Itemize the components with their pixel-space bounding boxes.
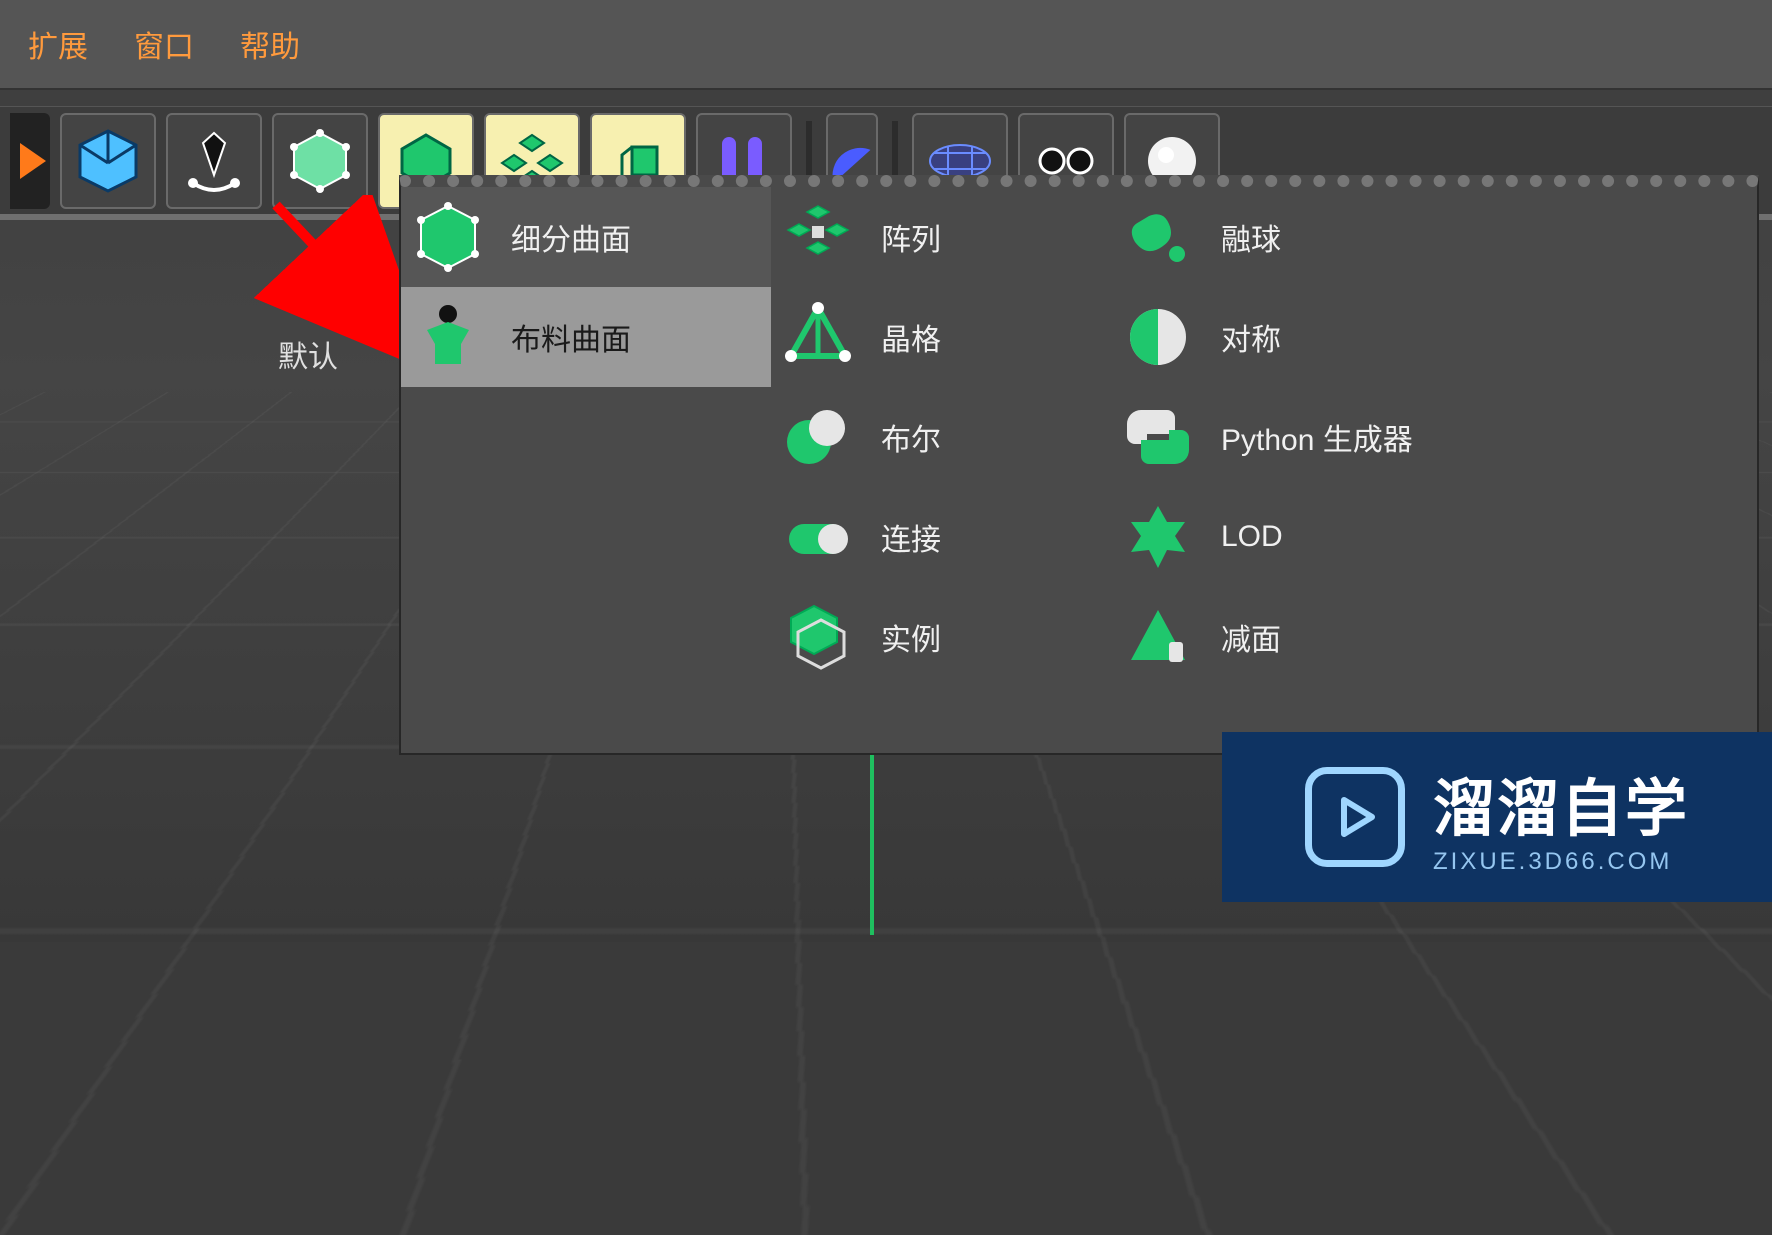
boole-icon xyxy=(779,398,857,476)
toolbar-pen-button[interactable] xyxy=(166,113,262,209)
item-label: 晶格 xyxy=(881,315,941,359)
axis-y-line xyxy=(870,755,874,935)
watermark-text: 溜溜自学 ZIXUE.3D66.COM xyxy=(1433,758,1689,876)
instance-icon xyxy=(779,598,857,676)
menu-extensions[interactable]: 扩展 xyxy=(28,22,88,66)
viewport-label: 默认 xyxy=(278,332,338,376)
reduce-icon xyxy=(1119,598,1197,676)
popup-column-2: 阵列 晶格 布尔 连接 实例 xyxy=(771,187,1111,753)
toolbar-wireframe-button[interactable] xyxy=(272,113,368,209)
menu-help[interactable]: 帮助 xyxy=(240,22,300,66)
item-label: 阵列 xyxy=(881,215,941,259)
popup-item-connect[interactable]: 连接 xyxy=(771,487,1111,587)
popup-column-3: 融球 对称 Python 生成器 LOD 减面 xyxy=(1111,187,1757,753)
item-label: 对称 xyxy=(1221,315,1281,359)
menu-window[interactable]: 窗口 xyxy=(134,22,194,66)
generators-popup: 细分曲面 布料曲面 阵列 晶格 布尔 xyxy=(399,175,1759,755)
popup-item-metaball[interactable]: 融球 xyxy=(1111,187,1757,287)
popup-item-symmetry[interactable]: 对称 xyxy=(1111,287,1757,387)
item-label: LOD xyxy=(1221,520,1283,554)
watermark-banner: 溜溜自学 ZIXUE.3D66.COM xyxy=(1222,732,1772,902)
popup-column-1: 细分曲面 布料曲面 xyxy=(401,187,771,753)
toolbar-btn-partial[interactable] xyxy=(10,113,50,209)
connect-icon xyxy=(779,498,857,576)
popup-item-instance[interactable]: 实例 xyxy=(771,587,1111,687)
menu-bar: 扩展 窗口 帮助 xyxy=(0,0,1772,90)
python-icon xyxy=(1119,398,1197,476)
item-label: Python 生成器 xyxy=(1221,415,1413,459)
lattice-icon xyxy=(779,298,857,376)
item-label: 连接 xyxy=(881,515,941,559)
subdivision-icon xyxy=(409,198,487,276)
item-label: 减面 xyxy=(1221,615,1281,659)
popup-item-boole[interactable]: 布尔 xyxy=(771,387,1111,487)
watermark-logo-icon xyxy=(1305,767,1405,867)
popup-item-array[interactable]: 阵列 xyxy=(771,187,1111,287)
item-label: 细分曲面 xyxy=(511,215,631,259)
array-obj-icon xyxy=(779,198,857,276)
item-label: 实例 xyxy=(881,615,941,659)
popup-item-subdivision[interactable]: 细分曲面 xyxy=(401,187,771,287)
metaball-icon xyxy=(1119,198,1197,276)
toolbar-cube-button[interactable] xyxy=(60,113,156,209)
item-label: 融球 xyxy=(1221,215,1281,259)
item-label: 布料曲面 xyxy=(511,315,631,359)
popup-item-python[interactable]: Python 生成器 xyxy=(1111,387,1757,487)
watermark-url: ZIXUE.3D66.COM xyxy=(1433,848,1672,876)
symmetry-icon xyxy=(1119,298,1197,376)
item-label: 布尔 xyxy=(881,415,941,459)
popup-item-lattice[interactable]: 晶格 xyxy=(771,287,1111,387)
watermark-title: 溜溜自学 xyxy=(1433,758,1689,848)
popup-item-cloth[interactable]: 布料曲面 xyxy=(401,287,771,387)
cloth-icon xyxy=(409,298,487,376)
popup-item-lod[interactable]: LOD xyxy=(1111,487,1757,587)
popup-item-reduce[interactable]: 减面 xyxy=(1111,587,1757,687)
lod-icon xyxy=(1119,498,1197,576)
